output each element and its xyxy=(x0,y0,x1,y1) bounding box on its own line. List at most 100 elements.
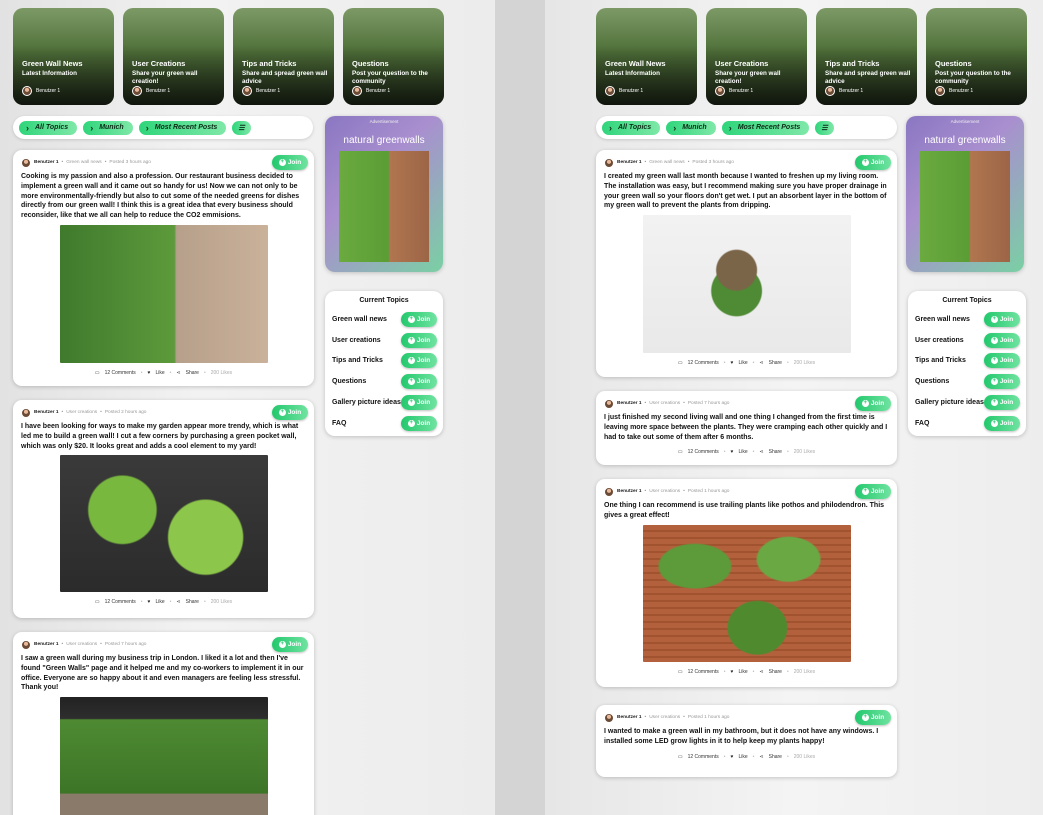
filter-location[interactable]: › Munich xyxy=(83,120,133,135)
post-author[interactable]: Benutzer 1 xyxy=(34,160,59,165)
current-topics-panel: Current Topics Green wall news + Join User… xyxy=(325,291,443,436)
share-button[interactable]: Share xyxy=(186,370,199,376)
filter-most-recent[interactable]: › Most Recent Posts xyxy=(138,120,227,135)
category-card-creations[interactable]: User Creations Share your green wall crea… xyxy=(706,8,807,105)
filter-location[interactable]: › Munich xyxy=(666,120,716,135)
topic-label[interactable]: FAQ xyxy=(915,420,929,427)
post-category[interactable]: Green wall news xyxy=(66,160,101,165)
like-button[interactable]: Like xyxy=(738,360,747,366)
topic-join-button[interactable]: + Join xyxy=(401,395,437,411)
filter-settings-button[interactable]: ☰ xyxy=(815,120,834,135)
topic-label[interactable]: Gallery picture ideas xyxy=(915,399,984,406)
topic-label[interactable]: Questions xyxy=(332,378,366,385)
join-button[interactable]: + Join xyxy=(272,155,308,170)
topic-join-button[interactable]: + Join xyxy=(984,353,1020,369)
post-image[interactable] xyxy=(59,455,268,593)
comments-link[interactable]: 12 Comments xyxy=(688,754,719,760)
post-author[interactable]: Benutzer 1 xyxy=(617,715,642,720)
topic-label[interactable]: Gallery picture ideas xyxy=(332,399,401,406)
topic-join-button[interactable]: + Join xyxy=(401,374,437,390)
post-category[interactable]: User creations xyxy=(649,401,680,406)
category-card-questions[interactable]: Questions Post your question to the commu… xyxy=(926,8,1027,105)
share-button[interactable]: Share xyxy=(186,599,199,605)
post-author[interactable]: Benutzer 1 xyxy=(617,401,642,406)
like-button[interactable]: Like xyxy=(738,449,747,455)
comments-link[interactable]: 12 Comments xyxy=(688,449,719,455)
post-author[interactable]: Benutzer 1 xyxy=(617,489,642,494)
join-button[interactable]: + Join xyxy=(855,155,891,170)
topic-join-button[interactable]: + Join xyxy=(984,311,1020,327)
avatar xyxy=(21,407,31,418)
category-card-tips[interactable]: Tips and Tricks Share and spread green wa… xyxy=(233,8,334,105)
join-button[interactable]: + Join xyxy=(855,484,891,499)
like-button[interactable]: Like xyxy=(155,370,164,376)
chip-label: Most Recent Posts xyxy=(737,124,801,131)
comments-link[interactable]: 12 Comments xyxy=(688,669,719,675)
likes-count: 200 Likes xyxy=(793,668,816,675)
topic-label[interactable]: Tips and Tricks xyxy=(332,357,383,364)
share-button[interactable]: Share xyxy=(769,449,782,455)
like-button[interactable]: Like xyxy=(155,599,164,605)
category-card-questions[interactable]: Questions Post your question to the commu… xyxy=(343,8,444,105)
topic-join-button[interactable]: + Join xyxy=(984,374,1020,390)
comment-icon: ▭ xyxy=(94,599,100,606)
filter-settings-button[interactable]: ☰ xyxy=(232,120,251,135)
category-title: Green Wall News xyxy=(605,59,666,68)
join-button[interactable]: + Join xyxy=(272,405,308,420)
avatar xyxy=(604,486,614,497)
post-image[interactable] xyxy=(642,524,851,662)
filter-all-topics[interactable]: › All Topics xyxy=(19,120,78,135)
topic-label[interactable]: User creations xyxy=(332,337,381,344)
post-category[interactable]: User creations xyxy=(66,410,97,415)
advertisement-banner[interactable]: Advertisement natural greenwalls xyxy=(906,116,1024,272)
join-button[interactable]: + Join xyxy=(272,637,308,652)
topic-label[interactable]: FAQ xyxy=(332,420,346,427)
topic-label[interactable]: Green wall news xyxy=(915,316,970,323)
like-button[interactable]: Like xyxy=(738,669,747,675)
join-label: Join xyxy=(999,336,1014,344)
filter-most-recent[interactable]: › Most Recent Posts xyxy=(721,120,810,135)
heart-icon: ♥ xyxy=(147,369,151,376)
post-image[interactable] xyxy=(642,215,851,354)
post-text: I saw a green wall during my business tr… xyxy=(21,655,304,692)
post-category[interactable]: User creations xyxy=(649,489,680,494)
comments-link[interactable]: 12 Comments xyxy=(105,370,136,376)
join-button[interactable]: + Join xyxy=(855,396,891,411)
post-author[interactable]: Benutzer 1 xyxy=(34,410,59,415)
post-category[interactable]: User creations xyxy=(66,642,97,647)
topic-label[interactable]: Questions xyxy=(915,378,949,385)
topic-join-button[interactable]: + Join xyxy=(401,353,437,369)
join-button[interactable]: + Join xyxy=(855,710,891,725)
comment-icon: ▭ xyxy=(677,668,683,675)
topic-label[interactable]: Tips and Tricks xyxy=(915,357,966,364)
post-category[interactable]: Green wall news xyxy=(649,160,684,165)
share-button[interactable]: Share xyxy=(769,669,782,675)
topic-join-button[interactable]: + Join xyxy=(401,311,437,327)
category-card-news[interactable]: Green Wall News Latest Information Benutze… xyxy=(13,8,114,105)
filter-all-topics[interactable]: › All Topics xyxy=(602,120,661,135)
topic-join-button[interactable]: + Join xyxy=(984,332,1020,348)
topic-join-button[interactable]: + Join xyxy=(401,332,437,348)
post-image[interactable] xyxy=(59,224,268,363)
post-category[interactable]: User creations xyxy=(649,715,680,720)
post-image[interactable] xyxy=(59,697,268,815)
topic-label[interactable]: User creations xyxy=(915,337,964,344)
topic-join-button[interactable]: + Join xyxy=(984,395,1020,411)
share-icon: ⋖ xyxy=(759,360,764,367)
comments-link[interactable]: 12 Comments xyxy=(688,360,719,366)
category-card-news[interactable]: Green Wall News Latest Information Benutze… xyxy=(596,8,697,105)
like-button[interactable]: Like xyxy=(738,754,747,760)
avatar xyxy=(132,86,142,96)
category-card-tips[interactable]: Tips and Tricks Share and spread green wa… xyxy=(816,8,917,105)
share-button[interactable]: Share xyxy=(769,754,782,760)
topic-join-button[interactable]: + Join xyxy=(984,415,1020,431)
post-author[interactable]: Benutzer 1 xyxy=(34,642,59,647)
category-card-creations[interactable]: User Creations Share your green wall crea… xyxy=(123,8,224,105)
topic-join-button[interactable]: + Join xyxy=(401,415,437,431)
advertisement-banner[interactable]: Advertisement natural greenwalls xyxy=(325,116,443,272)
topic-label[interactable]: Green wall news xyxy=(332,316,387,323)
post-author[interactable]: Benutzer 1 xyxy=(617,160,642,165)
share-button[interactable]: Share xyxy=(769,360,782,366)
comments-link[interactable]: 12 Comments xyxy=(105,599,136,605)
post-time: Posted 3 hours ago xyxy=(109,160,151,165)
